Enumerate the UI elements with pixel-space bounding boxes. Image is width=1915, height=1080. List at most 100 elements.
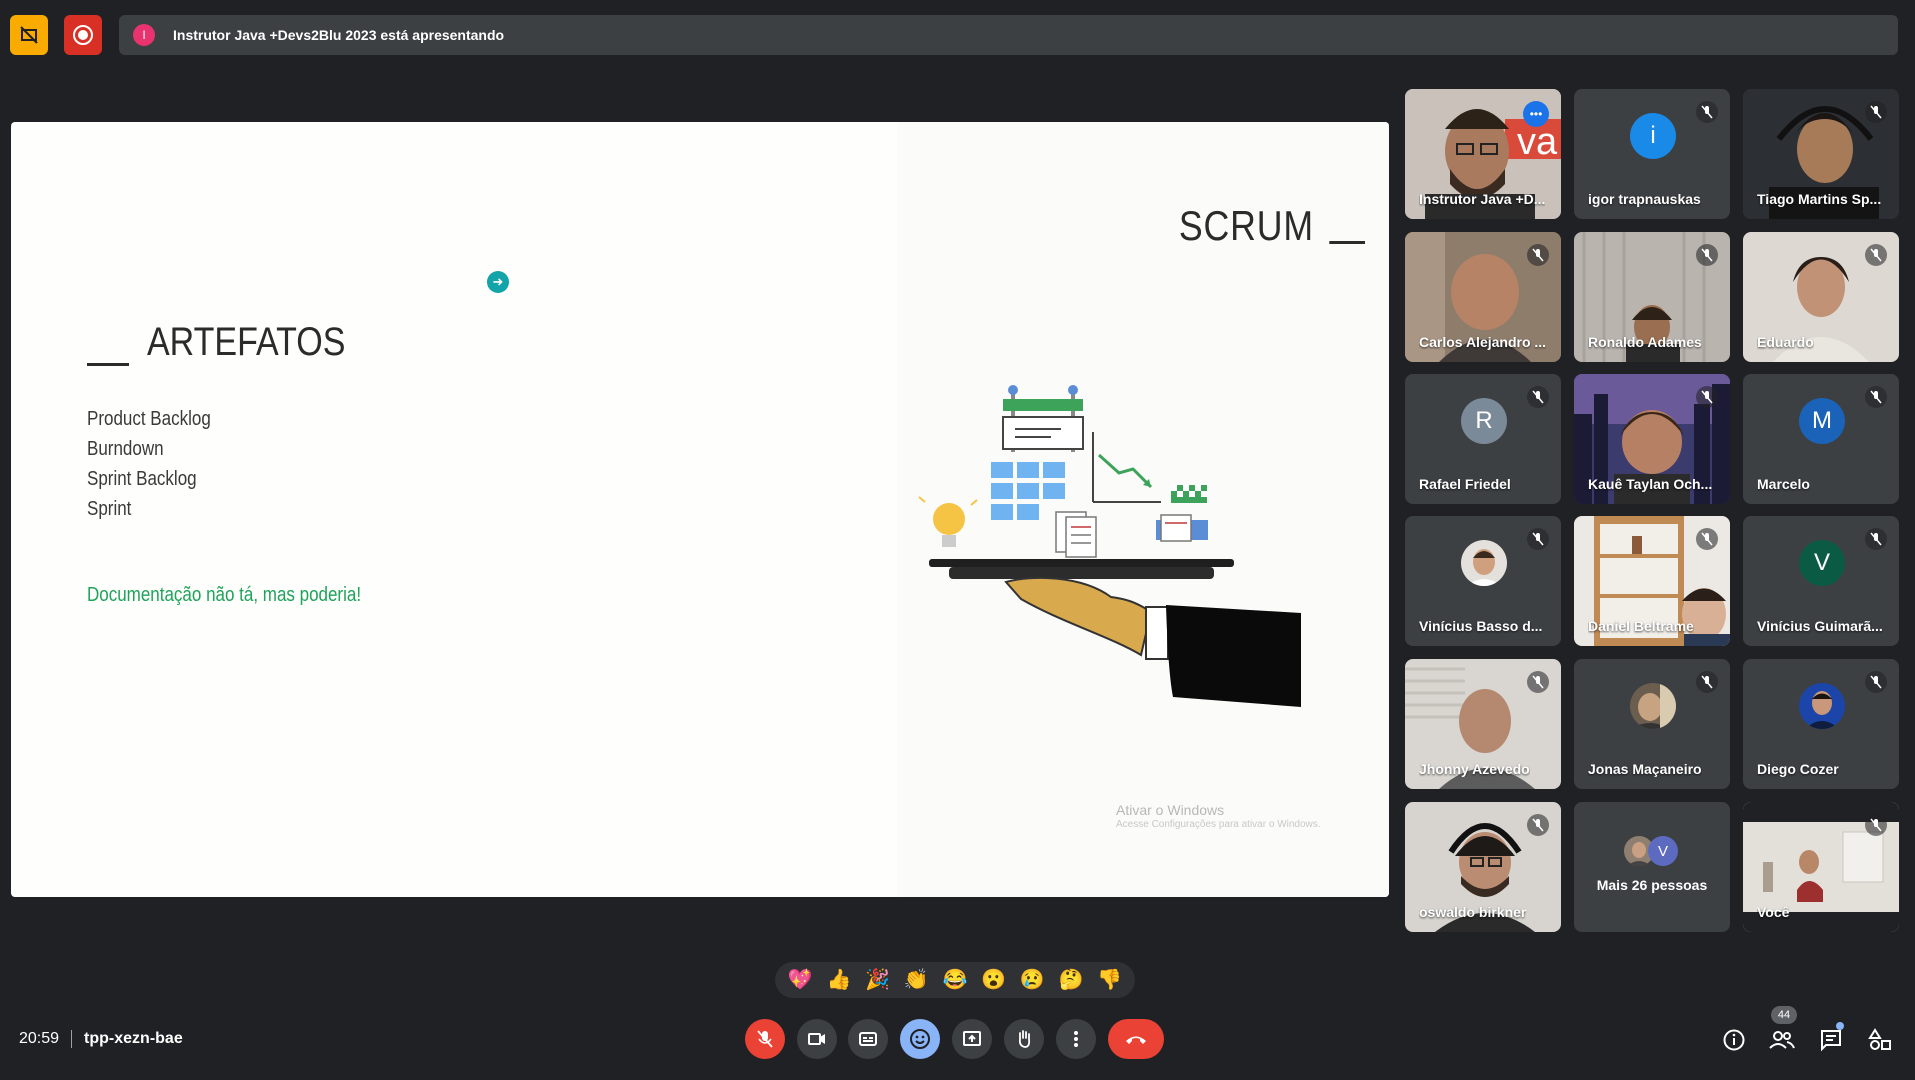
more-vert-icon [1074,1031,1078,1047]
reaction-thumbs-up[interactable]: 👍 [823,962,855,998]
participant-name: Jhonny Azevedo [1419,761,1530,777]
participant-tile[interactable]: Vinícius Basso d... [1405,516,1561,646]
emoji-icon [910,1029,930,1049]
mic-off-icon [1865,101,1887,123]
participant-tile[interactable]: R Rafael Friedel [1405,374,1561,504]
participant-name: Rafael Friedel [1419,476,1511,492]
people-button[interactable] [1768,1026,1796,1054]
participant-tile[interactable]: Jonas Maçaneiro [1574,659,1730,789]
participant-tile[interactable]: Tiago Martins Sp... [1743,89,1899,219]
slide-scrum-title: SCRUM [1179,202,1365,250]
participant-tile[interactable]: Ronaldo Adames [1574,232,1730,362]
activities-button[interactable] [1866,1026,1894,1054]
participant-count-badge: 44 [1771,1006,1797,1024]
participant-avatar [1461,540,1507,586]
more-options-button[interactable] [1056,1019,1096,1059]
leave-call-button[interactable] [1108,1019,1164,1059]
captions-button[interactable] [848,1019,888,1059]
participant-name: Jonas Maçaneiro [1588,761,1702,777]
participant-tile[interactable]: M Marcelo [1743,374,1899,504]
lightbulb-icon [918,496,978,547]
raise-hand-button[interactable] [1004,1019,1044,1059]
participant-tile[interactable]: Eduardo [1743,232,1899,362]
reactions-bar: 💖 👍 🎉 👏 😂 😮 😢 🤔 👎 [775,962,1135,998]
artefatos-list: Product Backlog Burndown Sprint Backlog … [87,404,211,524]
captions-icon [859,1032,877,1046]
reaction-surprised[interactable]: 😮 [978,962,1010,998]
barrier-icon [1002,385,1084,452]
mic-off-icon [1696,386,1718,408]
documents-icon [1055,511,1097,558]
presenting-text: Instrutor Java +Devs2Blu 2023 está apres… [173,27,505,43]
reaction-party[interactable]: 🎉 [862,962,894,998]
finish-flag-icon [1156,485,1208,542]
participant-name: Tiago Martins Sp... [1757,191,1882,207]
present-screen-button[interactable] [952,1019,992,1059]
participant-avatar [1799,683,1845,729]
participant-name: oswaldo birkner [1419,904,1527,920]
participant-tile[interactable]: V Vinícius Guimarã... [1743,516,1899,646]
self-view-tile[interactable]: Você [1743,802,1899,932]
reaction-clap[interactable]: 👏 [900,962,932,998]
participant-tile[interactable]: Diego Cozer [1743,659,1899,789]
pointer-cursor-icon: ➜ [487,271,509,293]
artefato-item: Burndown [87,438,164,460]
mic-off-icon [1696,101,1718,123]
participant-name: Kauê Taylan Och... [1588,476,1713,492]
burndown-chart-icon [1092,432,1161,503]
reaction-heart[interactable]: 💖 [784,962,816,998]
chat-button[interactable] [1817,1026,1845,1054]
participant-name: Ronaldo Adames [1588,334,1702,350]
participant-tile[interactable]: oswaldo birkner [1405,802,1561,932]
tray-icon [929,559,1234,579]
video-camera-icon [808,1033,825,1045]
participant-avatar: V [1799,540,1845,586]
participant-tile[interactable]: va ••• Instrutor Java +D... [1405,89,1561,219]
more-participants-label: Mais 26 pessoas [1596,877,1708,893]
participant-name: Vinícius Basso d... [1419,618,1543,634]
waiter-hand-icon [1004,576,1301,707]
artefatos-title: ARTEFATOS [147,320,346,364]
participant-name: Instrutor Java +D... [1419,191,1546,207]
mic-off-icon [1527,814,1549,836]
reaction-sad[interactable]: 😢 [1016,962,1048,998]
recording-button[interactable] [64,15,102,55]
meeting-details-button[interactable] [1720,1026,1748,1054]
screen-share-off-button[interactable] [10,15,48,55]
reactions-button[interactable] [900,1019,940,1059]
mic-off-icon [1696,671,1718,693]
artefatos-dash [87,363,129,366]
clock-time: 20:59 [19,1030,60,1047]
reaction-thumbs-down[interactable]: 👎 [1094,962,1126,998]
participant-tile[interactable]: Daniel Beltrame [1574,516,1730,646]
people-icon [1769,1031,1795,1049]
more-participants-tile[interactable]: V Mais 26 pessoas [1574,802,1730,932]
mic-toggle-button[interactable] [745,1019,785,1059]
mic-off-icon [1865,528,1887,550]
record-icon [73,25,93,45]
presenting-banner: I Instrutor Java +Devs2Blu 2023 está apr… [119,15,1898,55]
participant-name: Carlos Alejandro ... [1419,334,1547,350]
participant-tile[interactable]: Kauê Taylan Och... [1574,374,1730,504]
presentation-slide: SCRUM ➜ ARTEFATOS Product Backlog Burndo… [11,122,1389,897]
participant-name: Daniel Beltrame [1588,618,1694,634]
participant-tile[interactable]: i igor trapnauskas [1574,89,1730,219]
camera-toggle-button[interactable] [797,1019,837,1059]
participant-name: igor trapnauskas [1588,191,1701,207]
mic-off-icon [757,1030,773,1048]
participant-avatar: M [1799,398,1845,444]
svg-text:va: va [1517,121,1558,163]
participant-name: Diego Cozer [1757,761,1839,777]
present-icon [963,1031,981,1046]
participant-tile[interactable]: Carlos Alejandro ... [1405,232,1561,362]
mic-off-icon [1696,528,1718,550]
mic-off-icon [1865,814,1887,836]
mic-off-icon [1527,244,1549,266]
mic-off-icon [1527,386,1549,408]
reaction-thinking[interactable]: 🤔 [1055,962,1087,998]
participant-name: Eduardo [1757,334,1814,350]
slide-note: Documentação não tá, mas poderia! [87,584,362,606]
mic-off-icon [1696,244,1718,266]
reaction-laugh[interactable]: 😂 [939,962,971,998]
participant-tile[interactable]: Jhonny Azevedo [1405,659,1561,789]
